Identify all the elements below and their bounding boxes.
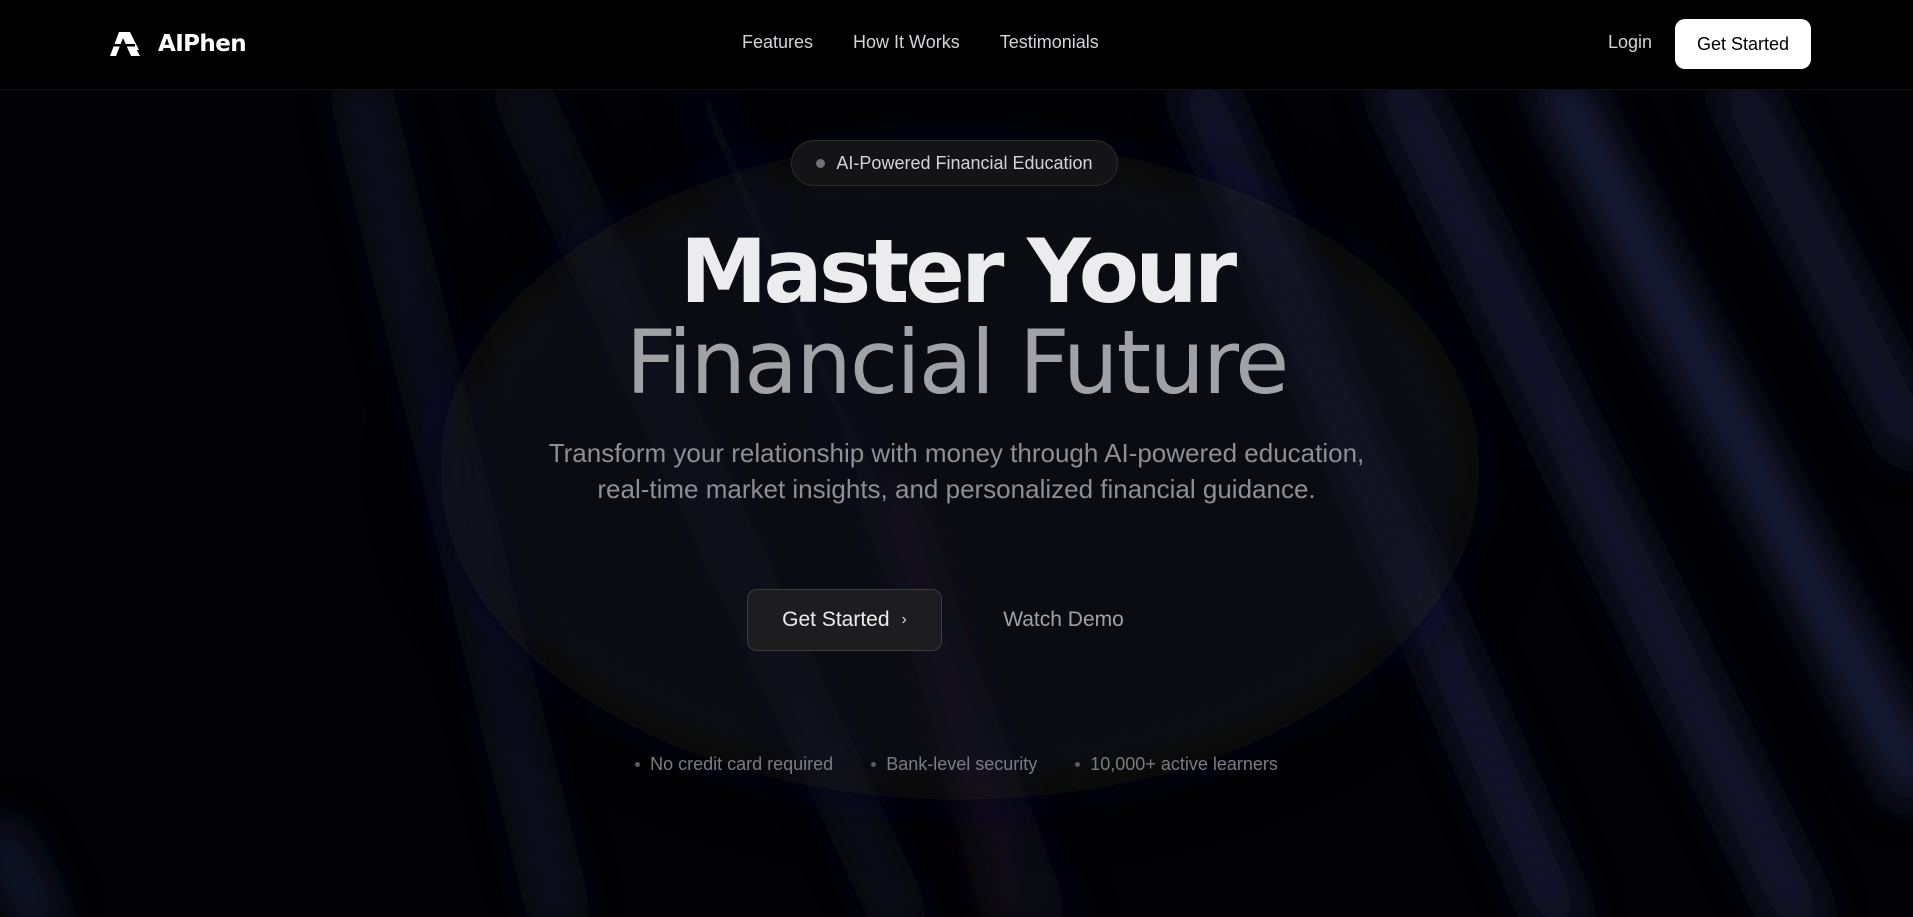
main-nav: Features How It Works Testimonials [742,32,1139,53]
bullet-dot-icon [871,762,877,767]
perks-list: No credit card required Bank-level secur… [0,754,1913,775]
hero-subtitle-line-2: real-time market insights, and personali… [597,474,1316,504]
hero-title-secondary: Financial Future [625,311,1290,414]
nav-link-features[interactable]: Features [742,32,813,53]
top-navigation-bar: AIPhen Features How It Works Testimonial… [0,0,1913,90]
hero-get-started-button[interactable]: Get Started › [747,589,942,651]
badge-label: AI-Powered Financial Education [836,152,1093,173]
hero-title-primary: Master Your [679,220,1237,323]
perk-label: No credit card required [650,754,834,774]
perk-label: 10,000+ active learners [1090,754,1278,774]
perk-item: 10,000+ active learners [1075,754,1278,775]
watch-demo-button[interactable]: Watch Demo [972,589,1155,651]
hero-subtitle: Transform your relationship with money t… [0,435,1913,507]
nav-link-testimonials[interactable]: Testimonials [1000,32,1099,53]
chevron-right-icon: › [901,611,907,628]
brand-logo[interactable]: AIPhen [110,27,247,61]
hero-get-started-label: Get Started [782,608,890,631]
landing-page: AIPhen Features How It Works Testimonial… [0,0,1913,917]
perk-item: No credit card required [635,754,833,775]
perk-item: Bank-level security [871,754,1037,775]
bullet-dot-icon [1075,762,1081,767]
header-get-started-button[interactable]: Get Started [1675,19,1811,69]
triangle-logo-icon [110,32,140,56]
hero-subtitle-line-1: Transform your relationship with money t… [548,438,1365,468]
bullet-dot-icon [635,762,641,767]
brand-name: AIPhen [158,31,247,57]
badge-dot-icon [816,158,826,168]
perk-label: Bank-level security [886,754,1038,774]
login-link[interactable]: Login [1608,32,1652,53]
hero-badge: AI-Powered Financial Education [791,140,1118,186]
nav-link-how-it-works[interactable]: How It Works [853,32,960,53]
